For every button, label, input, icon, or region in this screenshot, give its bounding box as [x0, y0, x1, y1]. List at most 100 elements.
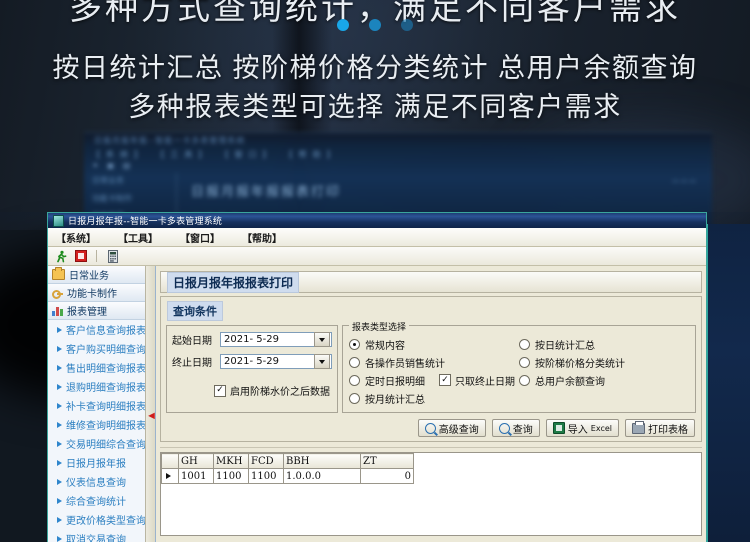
- main-content: 日报月报年报报表打印 查询条件 起始日期 2021- 5-29: [156, 266, 706, 542]
- advanced-query-label: 高级查询: [439, 421, 479, 436]
- key-icon: [52, 288, 63, 298]
- tool-bar[interactable]: [48, 247, 706, 266]
- checkbox-box[interactable]: ✓: [214, 385, 226, 397]
- radio-ladder-price-category[interactable]: 按阶梯价格分类统计: [519, 353, 689, 371]
- sidebar-item-transaction-summary[interactable]: 交易明细综合查询: [48, 434, 155, 453]
- chevron-down-icon[interactable]: [314, 354, 330, 369]
- sidebar-item-label: 客户信息查询报表: [66, 322, 146, 337]
- ladder-price-checkbox[interactable]: ✓ 启用阶梯水价之后数据: [172, 383, 332, 398]
- radio-icon[interactable]: [349, 339, 360, 350]
- sidebar-item-price-change[interactable]: 更改价格类型查询: [48, 510, 155, 529]
- radio-total-user-balance[interactable]: 总用户余额查询: [519, 371, 689, 389]
- radio-regular-content[interactable]: 常规内容: [349, 335, 519, 353]
- results-table: GH MKH FCD BBH ZT 1001 1100 1100 1.0.0.0: [161, 453, 414, 484]
- sidebar-group-card[interactable]: 功能卡制作: [48, 284, 155, 302]
- carousel-dots[interactable]: [0, 18, 750, 36]
- radio-icon[interactable]: [349, 357, 360, 368]
- chevron-down-icon[interactable]: [314, 332, 330, 347]
- start-date-field[interactable]: 起始日期 2021- 5-29: [172, 332, 332, 347]
- radio-icon[interactable]: [349, 393, 360, 404]
- radio-label: 定时日报明细: [365, 373, 425, 388]
- window-body: 日常业务 功能卡制作 报表管理 客户信息查询报表 客户购买明细查询: [48, 266, 706, 542]
- arrow-right-icon: [57, 441, 62, 447]
- arrow-right-icon: [57, 498, 62, 504]
- column-header-fcd[interactable]: FCD: [249, 454, 284, 469]
- ghost-menubar: 【系统】 【工具】 【窗口】 【帮助】: [92, 149, 341, 160]
- sidebar-item-purchase-detail[interactable]: 客户购买明细查询: [48, 339, 155, 358]
- arrow-right-icon: [57, 403, 62, 409]
- end-date-only-checkbox[interactable]: ✓ 只取终止日期: [439, 373, 515, 388]
- sidebar-item-label: 更改价格类型查询: [66, 512, 146, 527]
- radio-icon[interactable]: [519, 339, 530, 350]
- date-filter-box: 起始日期 2021- 5-29 终止日期 2021- 5-29: [166, 325, 338, 413]
- app-logo-icon: [53, 215, 64, 227]
- banner-line-2: 多种报表类型可选择 满足不同客户需求: [0, 85, 750, 124]
- results-grid[interactable]: GH MKH FCD BBH ZT 1001 1100 1100 1.0.0.0: [160, 452, 702, 536]
- arrow-right-icon: [57, 422, 62, 428]
- calculator-icon[interactable]: [105, 249, 120, 264]
- ghost-sidebar-item: 日常业务: [92, 175, 164, 186]
- sidebar-item-meter-info[interactable]: 仪表信息查询: [48, 472, 155, 491]
- column-header-zt[interactable]: ZT: [361, 454, 414, 469]
- folder-icon: [52, 269, 65, 280]
- sidebar-group-label: 报表管理: [67, 303, 107, 318]
- export-excel-button[interactable]: 导入 Excel: [546, 419, 619, 437]
- radio-icon[interactable]: [349, 375, 360, 386]
- sidebar-item-daily-monthly-yearly[interactable]: 日报月报年报: [48, 453, 155, 472]
- radio-timed-daily-detail[interactable]: 定时日报明细 ✓ 只取终止日期: [349, 371, 519, 389]
- sidebar-item-refund-detail[interactable]: 退购明细查询报表: [48, 377, 155, 396]
- stop-icon[interactable]: [73, 249, 88, 264]
- carousel-dot-3[interactable]: [401, 19, 413, 31]
- advanced-query-button[interactable]: 高级查询: [418, 419, 486, 437]
- search-icon: [499, 423, 510, 434]
- run-icon[interactable]: [53, 249, 68, 264]
- start-date-combo[interactable]: 2021- 5-29: [220, 332, 332, 347]
- menu-help[interactable]: 【帮助】: [242, 230, 282, 245]
- column-header-bbh[interactable]: BBH: [284, 454, 361, 469]
- menu-window[interactable]: 【窗口】: [180, 230, 220, 245]
- sidebar-item-comprehensive-stats[interactable]: 综合查询统计: [48, 491, 155, 510]
- row-selector-header: [162, 454, 179, 469]
- content-divider: [160, 447, 702, 448]
- menu-tools[interactable]: 【工具】: [118, 230, 158, 245]
- sidebar[interactable]: 日常业务 功能卡制作 报表管理 客户信息查询报表 客户购买明细查询: [48, 266, 156, 542]
- check-icon: ✓: [441, 376, 449, 385]
- sidebar-item-cancel-transaction[interactable]: 取消交易查询: [48, 529, 155, 542]
- print-table-button[interactable]: 打印表格: [625, 419, 695, 437]
- sidebar-item-repair-detail[interactable]: 维修查询明细报表: [48, 415, 155, 434]
- sidebar-item-sales-detail[interactable]: 售出明细查询报表: [48, 358, 155, 377]
- radio-label: 按日统计汇总: [535, 337, 595, 352]
- arrow-right-icon: [57, 536, 62, 542]
- carousel-dot-2[interactable]: [369, 19, 381, 31]
- radio-monthly-summary[interactable]: 按月统计汇总: [349, 389, 519, 407]
- menu-system[interactable]: 【系统】: [56, 230, 96, 245]
- sidebar-scrollbar[interactable]: [145, 266, 155, 542]
- carousel-dot-1[interactable]: [337, 19, 349, 31]
- radio-daily-summary[interactable]: 按日统计汇总: [519, 335, 689, 353]
- radio-operator-sales[interactable]: 各操作员销售统计: [349, 353, 519, 371]
- end-date-field[interactable]: 终止日期 2021- 5-29: [172, 354, 332, 369]
- column-header-mkh[interactable]: MKH: [214, 454, 249, 469]
- report-type-group: 报表类型选择 常规内容 各操作员销售统计: [342, 325, 696, 413]
- query-button[interactable]: 查询: [492, 419, 540, 437]
- application-window: 日报月报年报--智能一卡多表管理系统 【系统】 【工具】 【窗口】 【帮助】: [47, 212, 707, 542]
- radio-label: 各操作员销售统计: [365, 355, 445, 370]
- radio-icon[interactable]: [519, 375, 530, 386]
- ghost-sidebar-item: 功能卡制作: [92, 193, 164, 204]
- menu-bar[interactable]: 【系统】 【工具】 【窗口】 【帮助】: [48, 228, 706, 247]
- table-row[interactable]: 1001 1100 1100 1.0.0.0 0: [162, 469, 414, 484]
- checkbox-box[interactable]: ✓: [439, 374, 451, 386]
- end-date-combo[interactable]: 2021- 5-29: [220, 354, 332, 369]
- radio-icon[interactable]: [519, 357, 530, 368]
- sidebar-item-recard-detail[interactable]: 补卡查询明细报表: [48, 396, 155, 415]
- sidebar-group-daily[interactable]: 日常业务: [48, 266, 155, 284]
- ghost-title: 日报月报年报--智能一卡多表管理系统: [94, 135, 245, 146]
- search-icon: [425, 423, 436, 434]
- sidebar-item-customer-info[interactable]: 客户信息查询报表: [48, 320, 155, 339]
- column-header-gh[interactable]: GH: [179, 454, 214, 469]
- sidebar-group-reports[interactable]: 报表管理: [48, 302, 155, 320]
- row-selector-cell[interactable]: [162, 469, 179, 484]
- sidebar-item-label: 售出明细查询报表: [66, 360, 146, 375]
- page-title-bar: 日报月报年报报表打印: [160, 271, 702, 293]
- window-titlebar[interactable]: 日报月报年报--智能一卡多表管理系统: [48, 213, 706, 228]
